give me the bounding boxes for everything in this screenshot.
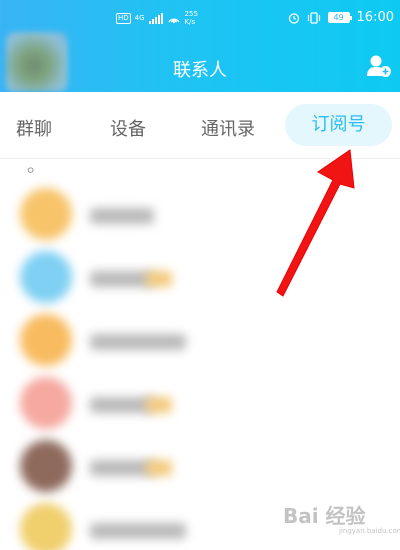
watermark-main: Bai 经验: [283, 504, 366, 528]
contact-name-blurred: [90, 460, 154, 476]
contact-row[interactable]: [0, 304, 400, 366]
status-left: HD 4G 255 K/s: [116, 10, 198, 26]
contact-tag-blurred: [146, 397, 172, 413]
contact-tag-blurred: [146, 460, 172, 476]
contact-row[interactable]: [0, 367, 400, 429]
search-hint-glyph: ㅇ: [26, 166, 36, 177]
contact-avatar: [20, 377, 72, 429]
contact-row[interactable]: [0, 241, 400, 303]
page-title: 联系人: [173, 60, 227, 81]
hotspot-icon: [168, 18, 180, 24]
status-bar: HD 4G 255 K/s 49 16:00: [0, 0, 400, 34]
tab-subscriptions[interactable]: 订阅号: [285, 104, 392, 146]
contact-row[interactable]: [0, 178, 400, 240]
status-time: 16:00: [356, 10, 394, 25]
watermark: Bai 经验 jingyan.baidu.com: [283, 500, 400, 540]
contact-avatar: [20, 503, 72, 550]
hd-badge: HD: [116, 12, 131, 24]
contact-avatar: [20, 251, 72, 303]
contact-row[interactable]: [0, 430, 400, 492]
contact-name-blurred: [90, 271, 154, 287]
network-speed: 255 K/s: [185, 10, 198, 26]
contact-avatar: [20, 188, 72, 240]
tab-group-chat[interactable]: 群聊: [16, 115, 52, 141]
vibrate-icon: [307, 11, 320, 24]
contact-name-blurred: [90, 208, 154, 224]
contact-name-blurred: [90, 397, 154, 413]
contact-avatar: [20, 440, 72, 492]
tab-divider: [0, 158, 400, 159]
add-person-icon[interactable]: [366, 54, 392, 78]
tab-address-book[interactable]: 通讯录: [201, 115, 255, 141]
speed-unit: K/s: [184, 18, 196, 26]
header-bar: HD 4G 255 K/s 49 16:00 联系人: [0, 0, 400, 92]
contact-name-blurred: [90, 523, 186, 539]
alarm-icon: [288, 12, 299, 24]
signal-icon: [148, 12, 163, 24]
battery-icon: 49: [327, 12, 352, 23]
tab-devices[interactable]: 设备: [110, 115, 146, 141]
contact-name-blurred: [90, 334, 186, 350]
contact-tag-blurred: [146, 271, 172, 287]
speed-value: 255: [184, 10, 198, 18]
contact-avatar: [20, 314, 72, 366]
status-right: 49 16:00: [288, 10, 394, 25]
watermark-sub: jingyan.baidu.com: [339, 527, 400, 535]
network-type: 4G: [134, 14, 145, 22]
